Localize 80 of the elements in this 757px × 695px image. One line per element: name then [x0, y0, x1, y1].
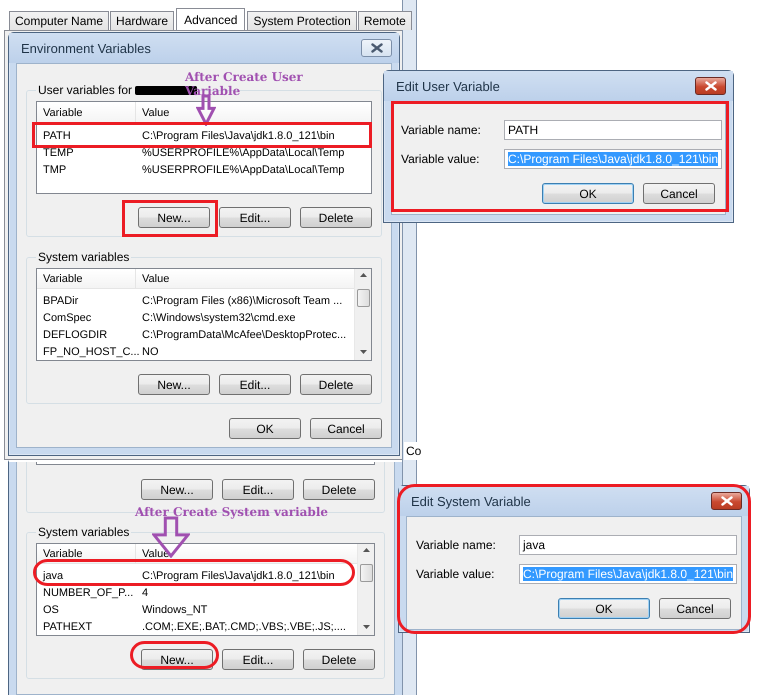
button[interactable]: Delete	[300, 374, 372, 395]
scrollbar[interactable]	[357, 544, 374, 635]
tab[interactable]: Hardware	[110, 11, 174, 30]
scroll-down-arrow-icon[interactable]	[360, 350, 366, 354]
field-label: Variable value:	[401, 152, 480, 166]
button[interactable]: Cancel	[310, 418, 382, 439]
close-icon	[704, 81, 716, 91]
group-label: System variables	[38, 250, 130, 264]
annotation-text: After Create System variable	[135, 505, 328, 519]
button[interactable]: Edit...	[219, 207, 291, 228]
column-header[interactable]: Variable	[37, 544, 136, 563]
group-label: User variables for	[38, 83, 132, 97]
value-cell-text: 4	[141, 586, 148, 598]
value-cell-text: C:\Windows\system32\cmd.exe	[141, 312, 296, 324]
button[interactable]: Delete	[303, 479, 375, 500]
tab[interactable]: Remote	[358, 11, 412, 30]
close-button[interactable]	[695, 77, 726, 95]
field-label: Variable name:	[416, 538, 497, 552]
variable-cell-text: PATHEXT	[42, 620, 94, 632]
scroll-up-arrow-icon[interactable]	[362, 548, 370, 552]
value-cell-text: C:\Program Files (x86)\Microsoft Team ...	[141, 294, 342, 306]
value-cell-text: NO	[141, 346, 158, 358]
variable-cell-text: FP_NO_HOST_C...	[42, 346, 136, 358]
button[interactable]: Edit...	[222, 649, 294, 670]
variable-cell-text: BPADir	[42, 294, 80, 306]
button[interactable]: New...	[141, 479, 213, 500]
variable-cell-text: OS	[42, 604, 60, 616]
window-title: Edit System Variable	[411, 494, 531, 508]
value-cell-text: C:\Program Files\Java\jdk1.8.0_121\bin	[141, 570, 335, 582]
value-cell-text: C:\ProgramData\McAfee\DesktopProtec...	[141, 328, 346, 340]
variable-cell-text: TMP	[42, 164, 68, 176]
tab[interactable]: System Protection	[247, 11, 357, 30]
field-label: Variable name:	[401, 123, 482, 137]
button[interactable]: Edit...	[219, 374, 291, 395]
button[interactable]: Cancel	[643, 183, 715, 204]
input-field[interactable]: PATH	[504, 120, 722, 140]
value-cell-text: %USERPROFILE%\AppData\Local\Temp	[141, 146, 344, 158]
window-title: Environment Variables	[21, 40, 151, 56]
variable-cell-text: ComSpec	[42, 312, 92, 324]
variable-cell-text: TEMP	[42, 146, 75, 158]
button[interactable]: New...	[138, 207, 210, 228]
input-field[interactable]: java	[519, 535, 738, 555]
list-view[interactable]	[36, 462, 375, 465]
column-header[interactable]: Variable	[37, 269, 136, 288]
close-button[interactable]	[361, 39, 392, 57]
variable-cell-text: java	[42, 570, 64, 582]
variable-cell-text: NUMBER_OF_P...	[42, 586, 134, 598]
field-label: Variable value:	[416, 567, 496, 581]
button[interactable]: New...	[138, 374, 210, 395]
scroll-up-arrow-icon[interactable]	[360, 273, 366, 277]
column-header[interactable]: Value	[136, 106, 170, 118]
scroll-thumb[interactable]	[360, 564, 372, 582]
button[interactable]: Delete	[303, 649, 375, 670]
button[interactable]: Delete	[300, 207, 372, 228]
column-header[interactable]: Variable	[37, 102, 136, 123]
button[interactable]: OK	[229, 418, 301, 439]
value-cell-text: C:\Program Files\Java\jdk1.8.0_121\bin	[141, 130, 335, 142]
button[interactable]: OK	[542, 183, 634, 204]
window-title: Edit User Variable	[396, 78, 500, 94]
close-button[interactable]	[711, 492, 742, 510]
tab[interactable]: Advanced	[176, 8, 246, 30]
scroll-thumb[interactable]	[356, 289, 370, 307]
close-icon	[720, 496, 732, 506]
button[interactable]: Cancel	[659, 598, 731, 619]
value-cell-text: .COM;.EXE;.BAT;.CMD;.VBS;.VBE;.JS;....	[141, 620, 346, 632]
list-view[interactable]: Variable Value PATH C:\Program Files\Java\jdk1.8.0_121\bin TEMP %USERPROFILE%\AppData\Local\Temp TMP %USERPROFILE%\AppData\Local\Temp	[36, 101, 372, 194]
group-label: System variables	[38, 525, 130, 539]
button[interactable]: OK	[558, 598, 650, 619]
column-header[interactable]: Value	[136, 272, 170, 284]
tab[interactable]: Computer Name	[9, 11, 110, 30]
value-cell-text: %USERPROFILE%\AppData\Local\Temp	[141, 164, 344, 176]
variable-cell-text: PATH	[42, 130, 72, 142]
value-cell-text: Windows_NT	[141, 604, 208, 616]
down-arrow-icon	[196, 94, 216, 126]
list-view[interactable]: Variable Value BPADir C:\Program Files (x86)\Microsoft Team ... ComSpec C:\Windows\system32\cmd.exe DEFLOGDIR C:\ProgramData\McAfee\DesktopProtec... FP_NO_HOST_C... NO	[36, 268, 372, 361]
close-icon	[370, 43, 382, 53]
button[interactable]: Edit...	[222, 479, 294, 500]
variable-cell-text: DEFLOGDIR	[42, 328, 108, 340]
scrollbar[interactable]	[354, 269, 371, 360]
scroll-down-arrow-icon[interactable]	[362, 625, 370, 629]
